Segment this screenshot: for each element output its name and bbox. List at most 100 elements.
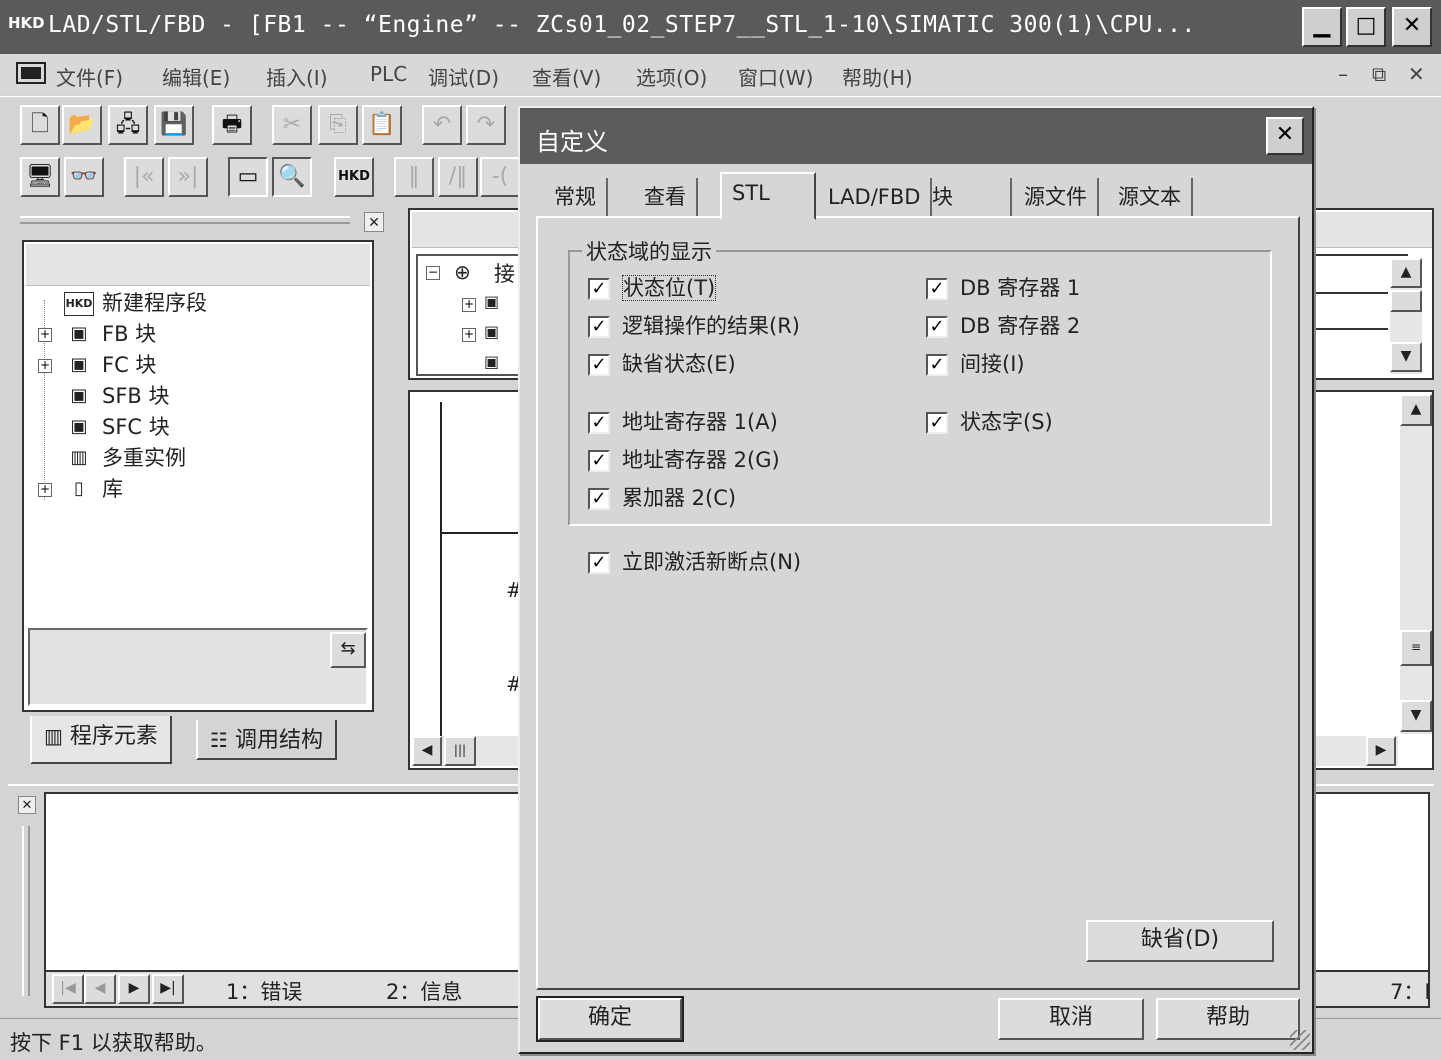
checkbox-default-status[interactable]: ✓ 缺省状态(E) bbox=[588, 350, 736, 380]
checkbox-rlo[interactable]: ✓ 逻辑操作的结果(R) bbox=[588, 312, 800, 342]
insert-element-icon[interactable]: ⇆ bbox=[330, 632, 366, 668]
menu-view[interactable]: 查看(V) bbox=[532, 62, 601, 91]
expand-icon[interactable]: + bbox=[462, 298, 476, 312]
checkbox-db-register-1[interactable]: ✓ DB 寄存器 1 bbox=[926, 274, 1080, 304]
tree-item-fc-block[interactable]: ▣ FC 块 bbox=[64, 350, 156, 380]
contact-nc-icon[interactable]: /‖ bbox=[438, 157, 478, 197]
menu-debug[interactable]: 调试(D) bbox=[428, 62, 499, 91]
tab-errors[interactable]: 1：错误 bbox=[226, 976, 302, 1006]
tab-view[interactable]: 查看 bbox=[634, 178, 698, 218]
expand-icon[interactable]: + bbox=[38, 359, 52, 373]
scroll-down-icon[interactable]: ▼ bbox=[1400, 700, 1432, 732]
panel-close-button[interactable]: ✕ bbox=[364, 212, 384, 232]
tab-program-elements[interactable]: ▥ 程序元素 bbox=[30, 716, 172, 764]
tree-item-fb-block[interactable]: ▣ FB 块 bbox=[64, 319, 156, 349]
undo-icon[interactable]: ↶ bbox=[422, 105, 462, 145]
scroll-thumb[interactable]: ≡ bbox=[1400, 630, 1432, 666]
glasses-icon[interactable]: 👓 bbox=[64, 157, 104, 197]
scroll-up-icon[interactable]: ▲ bbox=[1390, 258, 1422, 288]
checkbox-indirect[interactable]: ✓ 间接(I) bbox=[926, 350, 1025, 380]
coil-icon[interactable]: -( bbox=[480, 157, 520, 197]
checkbox-db-register-2[interactable]: ✓ DB 寄存器 2 bbox=[926, 312, 1080, 342]
paste-icon[interactable]: 📋 bbox=[362, 105, 402, 145]
contact-no-icon[interactable]: ‖ bbox=[394, 157, 434, 197]
tree-item-multi-instance[interactable]: ▥ 多重实例 bbox=[64, 443, 186, 473]
maximize-button[interactable]: □ bbox=[1346, 7, 1386, 47]
panel-grip[interactable] bbox=[20, 216, 350, 224]
tab-general[interactable]: 常规 bbox=[544, 178, 608, 218]
cut-icon[interactable]: ✂ bbox=[272, 105, 312, 145]
new-file-icon[interactable]: 🗋 bbox=[20, 105, 60, 145]
scroll-right-icon[interactable]: ▶ bbox=[1366, 736, 1396, 766]
save-icon[interactable]: 💾 bbox=[154, 105, 194, 145]
tab-more[interactable]: 7：I bbox=[1390, 976, 1431, 1006]
network-icon[interactable]: 🖧 bbox=[108, 105, 148, 145]
resize-grip[interactable] bbox=[1290, 1030, 1310, 1050]
doc-restore-button[interactable]: ⧉ bbox=[1372, 62, 1386, 86]
scroll-thumb[interactable] bbox=[1390, 290, 1422, 312]
last-network-icon[interactable]: »| bbox=[168, 157, 208, 197]
redo-icon[interactable]: ↷ bbox=[466, 105, 506, 145]
tab-first-icon[interactable]: |◀ bbox=[52, 974, 84, 1004]
doc-system-icon[interactable] bbox=[16, 62, 46, 84]
doc-minimize-button[interactable]: – bbox=[1338, 62, 1348, 86]
first-network-icon[interactable]: |« bbox=[124, 157, 164, 197]
menu-insert[interactable]: 插入(I) bbox=[266, 62, 328, 91]
code-vscrollbar[interactable]: ▲ ≡ ▼ bbox=[1400, 394, 1432, 734]
open-folder-icon[interactable]: 📂 bbox=[62, 105, 102, 145]
output-close-button[interactable]: ✕ bbox=[18, 796, 36, 814]
scroll-down-icon[interactable]: ▼ bbox=[1390, 342, 1422, 372]
tab-prev-icon[interactable]: ◀ bbox=[84, 974, 116, 1004]
menu-help[interactable]: 帮助(H) bbox=[842, 62, 913, 91]
menu-plc[interactable]: PLC bbox=[370, 62, 407, 86]
overview-icon[interactable]: ▭ bbox=[228, 157, 268, 197]
tab-stl[interactable]: STL bbox=[720, 172, 816, 220]
minimize-button[interactable]: ▁ bbox=[1302, 7, 1342, 47]
scroll-up-icon[interactable]: ▲ bbox=[1400, 394, 1432, 426]
tree-item-sfc-block[interactable]: ▣ SFC 块 bbox=[64, 412, 169, 442]
tree-item-sfb-block[interactable]: ▣ SFB 块 bbox=[64, 381, 169, 411]
tree-item-library[interactable]: ▯ 库 bbox=[64, 474, 123, 504]
new-network-icon[interactable]: HKD bbox=[334, 157, 374, 197]
menu-file[interactable]: 文件(F) bbox=[56, 62, 123, 91]
expand-icon[interactable]: + bbox=[462, 328, 476, 342]
checkbox-accumulator-2[interactable]: ✓ 累加器 2(C) bbox=[588, 484, 736, 514]
tab-info[interactable]: 2：信息 bbox=[386, 976, 462, 1006]
checkbox-status-bit[interactable]: ✓ 状态位(T) bbox=[588, 274, 717, 304]
scroll-left-icon[interactable]: ◀ bbox=[412, 736, 442, 766]
copy-icon[interactable]: ⎘ bbox=[318, 105, 358, 145]
help-button[interactable]: 帮助 bbox=[1156, 998, 1300, 1040]
tab-call-structure[interactable]: ☷ 调用结构 bbox=[196, 720, 337, 760]
checkbox-address-register-1[interactable]: ✓ 地址寄存器 1(A) bbox=[588, 408, 778, 438]
interface-scrollbar[interactable]: ▲ ▼ bbox=[1390, 258, 1422, 374]
ok-button[interactable]: 确定 bbox=[536, 996, 684, 1042]
checkbox-label: 状态字(S) bbox=[960, 410, 1053, 434]
dialog-close-button[interactable]: ✕ bbox=[1266, 117, 1304, 155]
tab-lad-fbd[interactable]: LAD/FBD bbox=[818, 178, 933, 218]
checkbox-activate-breakpoints[interactable]: ✓ 立即激活新断点(N) bbox=[588, 548, 801, 578]
expand-icon[interactable]: + bbox=[38, 328, 52, 342]
expand-icon[interactable]: + bbox=[38, 483, 52, 497]
tree-item-new-network[interactable]: HKD 新建程序段 bbox=[64, 288, 207, 318]
tab-block[interactable]: 块 bbox=[922, 178, 1012, 218]
monitor-icon[interactable]: 🖥 bbox=[20, 157, 60, 197]
collapse-icon[interactable]: − bbox=[426, 266, 440, 280]
print-icon[interactable]: 🖶 bbox=[212, 105, 252, 145]
output-grip[interactable] bbox=[22, 826, 30, 996]
default-button[interactable]: 缺省(D) bbox=[1086, 920, 1274, 962]
checkbox-address-register-2[interactable]: ✓ 地址寄存器 2(G) bbox=[588, 446, 780, 476]
doc-close-button[interactable]: ✕ bbox=[1408, 62, 1425, 86]
tab-source-text[interactable]: 源文本 bbox=[1108, 178, 1193, 218]
tab-source-file[interactable]: 源文件 bbox=[1014, 178, 1099, 218]
tab-next-icon[interactable]: ▶ bbox=[118, 974, 150, 1004]
menu-edit[interactable]: 编辑(E) bbox=[162, 62, 230, 91]
details-icon[interactable]: 🔍 bbox=[272, 157, 312, 197]
tab-last-icon[interactable]: ▶| bbox=[152, 974, 184, 1004]
cancel-button[interactable]: 取消 bbox=[998, 998, 1144, 1040]
menu-window[interactable]: 窗口(W) bbox=[738, 62, 813, 91]
menu-options[interactable]: 选项(O) bbox=[636, 62, 707, 91]
checkbox-status-word[interactable]: ✓ 状态字(S) bbox=[926, 408, 1053, 438]
scroll-thumb[interactable]: ||| bbox=[444, 736, 476, 766]
close-button[interactable]: ✕ bbox=[1392, 7, 1432, 47]
window-title: LAD/STL/FBD - [FB1 -- “Engine” -- ZCs01_… bbox=[48, 12, 1196, 38]
